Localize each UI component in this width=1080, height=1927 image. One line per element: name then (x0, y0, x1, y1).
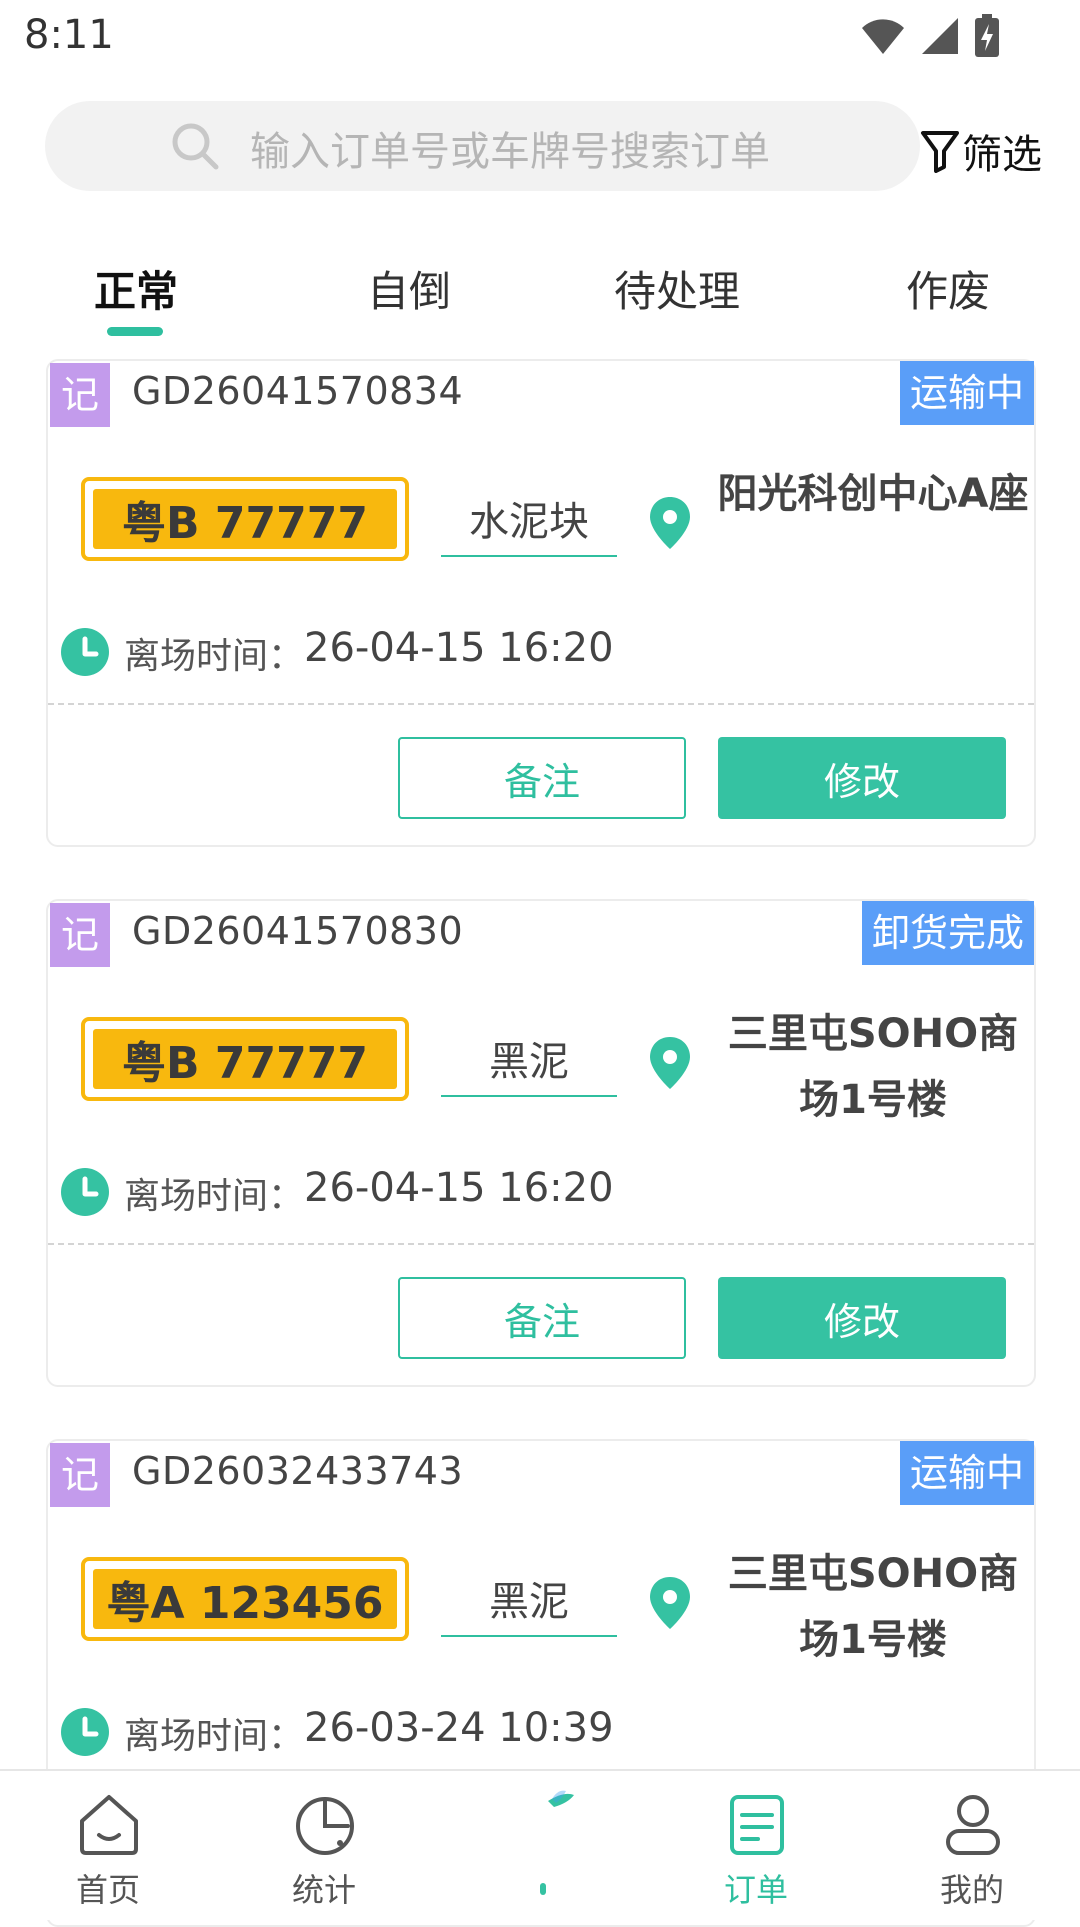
depart-time-label: 离场时间： (124, 1716, 305, 1757)
depart-time: 26-04-15 16:20 (304, 1165, 614, 1211)
tab-indicator (107, 327, 163, 336)
tab-pending[interactable]: 待处理 (614, 258, 740, 319)
plate-number: 粤B 77777 (93, 489, 397, 549)
stats-icon (296, 1797, 354, 1855)
record-badge: 记 (50, 363, 110, 427)
license-plate: 粤B 77777 (81, 477, 409, 561)
tab-self-dump[interactable]: 自倒 (367, 258, 451, 319)
nav-label-orders: 订单 (723, 1871, 788, 1909)
wifi-icon (862, 19, 904, 54)
order-icon (730, 1795, 784, 1855)
nav-label-profile: 我的 (939, 1871, 1004, 1909)
edit-button[interactable]: 修改 (718, 1277, 1006, 1359)
location-pin-icon (650, 497, 690, 549)
nav-label-stats: 统计 (291, 1871, 356, 1909)
clock-icon (61, 628, 109, 676)
location-pin-icon (650, 1037, 690, 1089)
signal-icon (922, 18, 958, 54)
material-type: 水泥块 (469, 499, 589, 545)
filter-icon (921, 131, 959, 173)
nav-item-stats[interactable]: 统计 (216, 1771, 432, 1922)
record-badge: 记 (50, 1443, 110, 1507)
divider (48, 1243, 1034, 1245)
order-card[interactable]: 记 GD26041570834 运输中 粤B 77777 水泥块 阳光科创中心A… (46, 359, 1036, 847)
status-time: 8:11 (24, 12, 114, 58)
status-badge: 运输中 (899, 1441, 1034, 1505)
depart-time-label: 离场时间： (124, 636, 305, 677)
order-number: GD26032433743 (132, 1449, 464, 1493)
remark-button[interactable]: 备注 (398, 737, 686, 819)
edit-button[interactable]: 修改 (718, 737, 1006, 819)
depart-time: 26-04-15 16:20 (304, 625, 614, 671)
clock-icon (61, 1708, 109, 1756)
divider (48, 703, 1034, 705)
profile-icon (946, 1795, 1000, 1855)
destination: 阳光科创中心A座 (717, 471, 1029, 517)
license-plate: 粤A 123456 (81, 1557, 409, 1641)
nav-item-orders[interactable]: 订单 (648, 1771, 864, 1922)
depart-time: 26-03-24 10:39 (304, 1705, 614, 1751)
battery-icon (975, 14, 999, 57)
tab-normal[interactable]: 正常 (94, 258, 178, 319)
material-underline (441, 555, 617, 557)
material-underline (441, 1095, 617, 1097)
destination: 三里屯SOHO商场1号楼 (727, 1011, 1019, 1123)
filter-button[interactable]: 筛选 (920, 122, 1042, 180)
clock-icon (61, 1168, 109, 1216)
status-badge: 卸货完成 (861, 901, 1034, 965)
order-number: GD26041570834 (132, 369, 464, 413)
depart-time-label: 离场时间： (124, 1176, 305, 1217)
location-pin-icon (650, 1577, 690, 1629)
search-icon (172, 123, 219, 170)
search-input[interactable]: 输入订单号或车牌号搜索订单 (45, 101, 920, 191)
nav-item-home[interactable]: 首页 (0, 1771, 216, 1922)
plate-number: 粤A 123456 (93, 1569, 397, 1629)
order-card[interactable]: 记 GD26041570830 卸货完成 粤B 77777 黑泥 三里屯SOHO… (46, 899, 1036, 1387)
order-tabs: 正常 自倒 待处理 作废 (0, 250, 1080, 340)
status-badge: 运输中 (899, 361, 1034, 425)
license-plate: 粤B 77777 (81, 1017, 409, 1101)
material-underline (441, 1635, 617, 1637)
search-placeholder: 输入订单号或车牌号搜索订单 (250, 129, 770, 175)
bottom-nav: 首页 统计 订单 我的 (0, 1769, 1080, 1920)
material-type: 黑泥 (489, 1579, 569, 1625)
plate-number: 粤B 77777 (93, 1029, 397, 1089)
nav-item-center[interactable] (432, 1771, 648, 1922)
filter-label: 筛选 (962, 132, 1042, 178)
record-badge: 记 (50, 903, 110, 967)
home-icon (80, 1795, 138, 1855)
material-type: 黑泥 (489, 1039, 569, 1085)
center-brand-icon (540, 1790, 574, 1895)
status-icons (860, 14, 1000, 58)
destination: 三里屯SOHO商场1号楼 (727, 1551, 1019, 1663)
nav-label-home: 首页 (75, 1871, 140, 1909)
nav-item-profile[interactable]: 我的 (864, 1771, 1080, 1922)
status-bar: 8:11 (0, 0, 1080, 76)
tab-void[interactable]: 作废 (906, 258, 990, 319)
order-number: GD26041570830 (132, 909, 464, 953)
remark-button[interactable]: 备注 (398, 1277, 686, 1359)
